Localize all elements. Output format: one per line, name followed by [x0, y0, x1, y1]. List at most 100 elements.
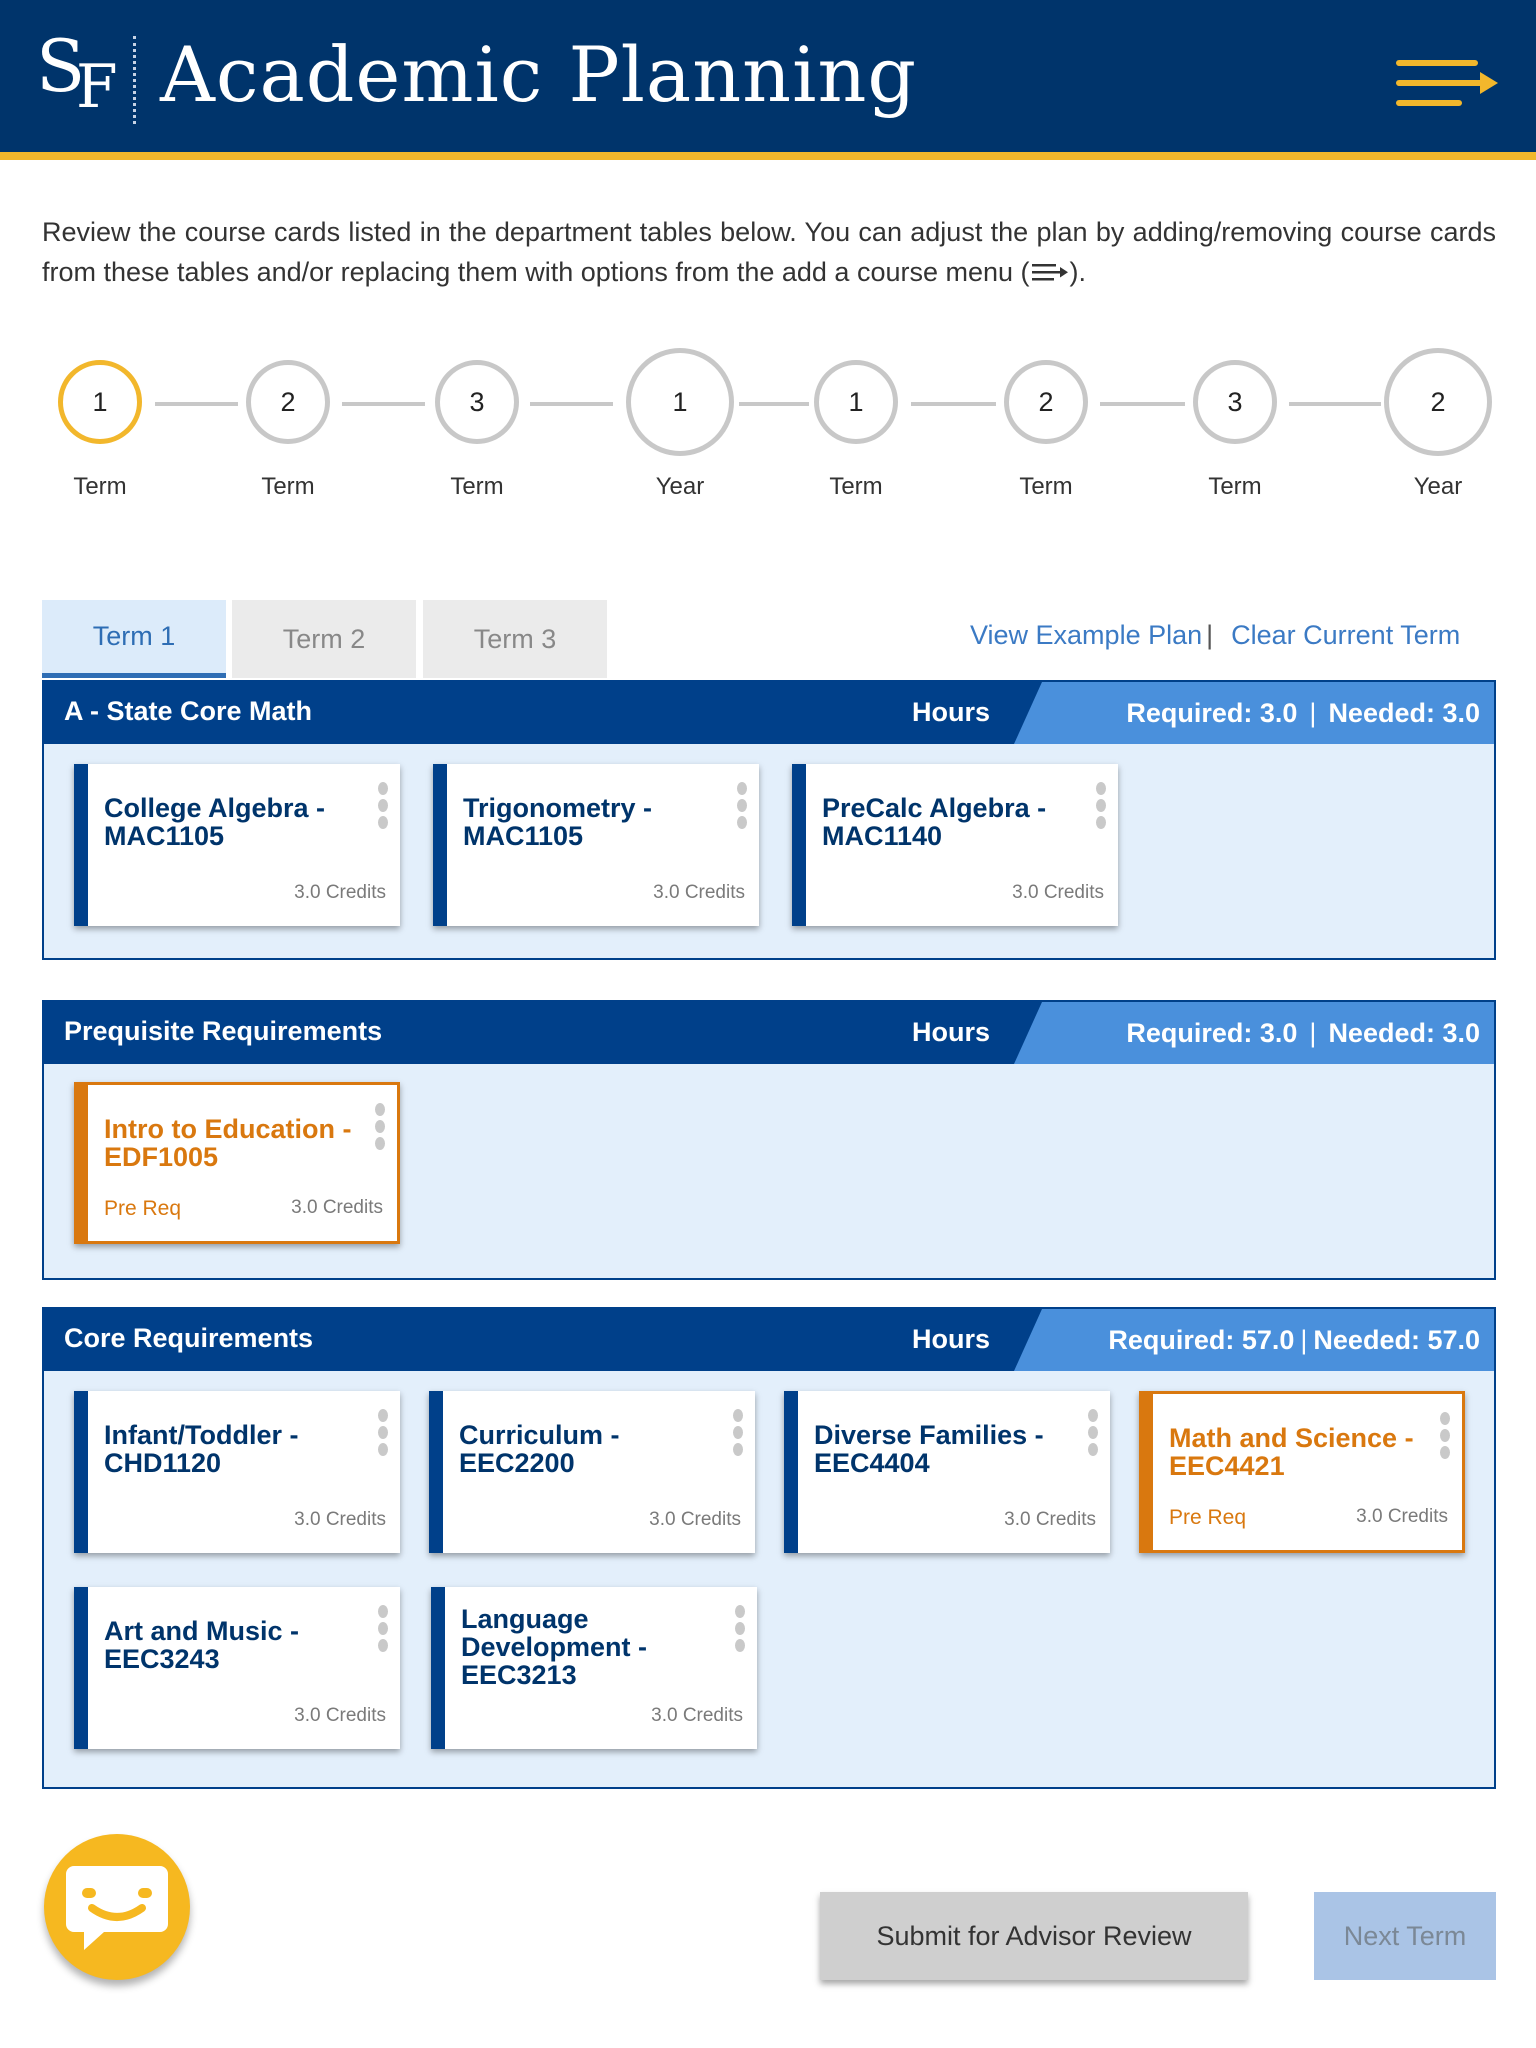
step-label: Term — [450, 473, 504, 500]
add-course-menu-inline-icon — [1031, 264, 1068, 281]
hours-divider: | — [1300, 1325, 1308, 1355]
step-year-2[interactable]: 2 — [1384, 348, 1492, 456]
course-title: Curriculum - EEC2200 — [459, 1420, 620, 1478]
stepper-connector — [1100, 402, 1185, 406]
plan-stepper: 1 Term 2 Term 3 Term 1 Year 1 Term 2 Ter… — [0, 345, 1536, 515]
section-prerequisite-requirements: Prequisite Requirements Hours Required: … — [42, 1000, 1496, 1280]
hours-panel: Required: 57.0 | Needed: 57.0 — [1014, 1309, 1494, 1371]
stepper-connector — [155, 402, 238, 406]
section-state-core-math: A - State Core Math Hours Required: 3.0 |… — [42, 680, 1496, 960]
hours-panel: Required: 3.0 | Needed: 3.0 — [1014, 1002, 1494, 1064]
logo-letter-f: F — [76, 52, 118, 122]
intro-text: Review the course cards listed in the de… — [42, 212, 1496, 292]
hours-values: Required: 57.0 | Needed: 57.0 — [1108, 1325, 1480, 1356]
card-options-icon[interactable] — [737, 782, 747, 834]
card-options-icon[interactable] — [1096, 782, 1106, 834]
card-options-icon[interactable] — [1088, 1409, 1098, 1461]
course-card[interactable]: Curriculum - EEC2200 3.0 Credits — [429, 1391, 755, 1553]
stepper-connector — [739, 402, 809, 406]
app-title: Academic Planning — [160, 30, 918, 119]
course-credits: 3.0 Credits — [649, 1509, 741, 1530]
add-course-menu-icon[interactable] — [1390, 54, 1500, 112]
hours-values: Required: 3.0 | Needed: 3.0 — [1126, 698, 1480, 729]
prereq-tag: Pre Req — [104, 1197, 182, 1220]
course-card-prereq[interactable]: Intro to Education - EDF1005 Pre Req 3.0… — [74, 1082, 400, 1244]
course-credits: 3.0 Credits — [1004, 1509, 1096, 1530]
clear-current-term-link[interactable]: Clear Current Term — [1231, 620, 1460, 650]
step-label: Term — [73, 473, 127, 500]
step-term-1-year-2[interactable]: 1 — [814, 360, 898, 444]
chat-assistant-button[interactable] — [44, 1834, 190, 1980]
card-options-icon[interactable] — [1440, 1412, 1450, 1464]
course-card[interactable]: Trigonometry - MAC1105 3.0 Credits — [433, 764, 759, 926]
course-title: Intro to Education - EDF1005 — [104, 1114, 352, 1172]
course-title: Language Development - EEC3213 — [461, 1604, 648, 1690]
course-card[interactable]: Language Development - EEC3213 3.0 Credi… — [431, 1587, 757, 1749]
hours-required: Required: 57.0 — [1108, 1325, 1295, 1355]
step-term-3-year-2[interactable]: 3 — [1193, 360, 1277, 444]
course-card[interactable]: Infant/Toddler - CHD1120 3.0 Credits — [74, 1391, 400, 1553]
step-label: Term — [1019, 473, 1073, 500]
card-options-icon[interactable] — [378, 782, 388, 834]
card-options-icon[interactable] — [378, 1409, 388, 1461]
stepper-connector — [1289, 402, 1381, 406]
section-title: Prequisite Requirements — [64, 1016, 383, 1046]
card-options-icon[interactable] — [375, 1103, 385, 1155]
card-options-icon[interactable] — [735, 1605, 745, 1657]
course-title: Art and Music - EEC3243 — [104, 1616, 300, 1674]
course-credits: 3.0 Credits — [653, 882, 745, 903]
app-header: S F Academic Planning — [0, 0, 1536, 160]
step-term-2[interactable]: 2 — [246, 360, 330, 444]
next-term-button[interactable]: Next Term — [1314, 1892, 1496, 1980]
intro-text-end: ). — [1069, 257, 1087, 287]
section-title: Core Requirements — [64, 1323, 314, 1353]
prereq-tag: Pre Req — [1169, 1506, 1247, 1529]
course-title: Infant/Toddler - CHD1120 — [104, 1420, 299, 1478]
tab-term-3[interactable]: Term 3 — [423, 600, 607, 678]
hours-label: Hours — [912, 697, 991, 727]
step-label: Term — [1208, 473, 1262, 500]
course-credits: 3.0 Credits — [294, 882, 386, 903]
step-term-1[interactable]: 1 — [58, 360, 142, 444]
sf-logo: S F — [36, 24, 136, 122]
hours-divider: | — [1309, 1018, 1317, 1048]
course-card[interactable]: PreCalc Algebra - MAC1140 3.0 Credits — [792, 764, 1118, 926]
course-card[interactable]: College Algebra - MAC1105 3.0 Credits — [74, 764, 400, 926]
section-title: A - State Core Math — [64, 696, 313, 726]
course-credits: 3.0 Credits — [1356, 1506, 1448, 1527]
stepper-connector — [911, 402, 996, 406]
course-credits: 3.0 Credits — [1012, 882, 1104, 903]
hours-label: Hours — [912, 1017, 991, 1047]
hours-divider: | — [1309, 698, 1317, 728]
hours-required: Required: 3.0 — [1126, 698, 1298, 728]
step-term-2-year-2[interactable]: 2 — [1004, 360, 1088, 444]
course-title: College Algebra - MAC1105 — [104, 793, 326, 851]
course-card-prereq[interactable]: Math and Science - EEC4421 Pre Req 3.0 C… — [1139, 1391, 1465, 1553]
link-separator: | — [1206, 620, 1214, 650]
tab-term-1[interactable]: Term 1 — [42, 600, 226, 678]
course-credits: 3.0 Credits — [294, 1509, 386, 1530]
stepper-connector — [342, 402, 425, 406]
logo-divider — [133, 36, 136, 124]
step-year-1[interactable]: 1 — [626, 348, 734, 456]
course-credits: 3.0 Credits — [651, 1705, 743, 1726]
card-options-icon[interactable] — [378, 1605, 388, 1657]
hours-values: Required: 3.0 | Needed: 3.0 — [1126, 1018, 1480, 1049]
course-title: Math and Science - EEC4421 — [1169, 1423, 1414, 1481]
hours-panel: Required: 3.0 | Needed: 3.0 — [1014, 682, 1494, 744]
course-card[interactable]: Art and Music - EEC3243 3.0 Credits — [74, 1587, 400, 1749]
step-label: Term — [261, 473, 315, 500]
view-example-plan-link[interactable]: View Example Plan — [970, 620, 1202, 650]
intro-text-main: Review the course cards listed in the de… — [42, 217, 1496, 287]
step-label: Year — [655, 473, 705, 500]
tab-term-2[interactable]: Term 2 — [232, 600, 416, 678]
step-term-3[interactable]: 3 — [435, 360, 519, 444]
section-core-requirements: Core Requirements Hours Required: 57.0 | N… — [42, 1307, 1496, 1789]
card-options-icon[interactable] — [733, 1409, 743, 1461]
course-title: PreCalc Algebra - MAC1140 — [822, 793, 1047, 851]
section-header: Prequisite Requirements Hours Required: … — [44, 1002, 1494, 1064]
submit-for-advisor-review-button[interactable]: Submit for Advisor Review — [820, 1892, 1248, 1980]
course-card[interactable]: Diverse Families - EEC4404 3.0 Credits — [784, 1391, 1110, 1553]
term-actions: View Example Plan | Clear Current Term — [970, 620, 1460, 651]
hours-needed: Needed: 57.0 — [1313, 1325, 1480, 1355]
